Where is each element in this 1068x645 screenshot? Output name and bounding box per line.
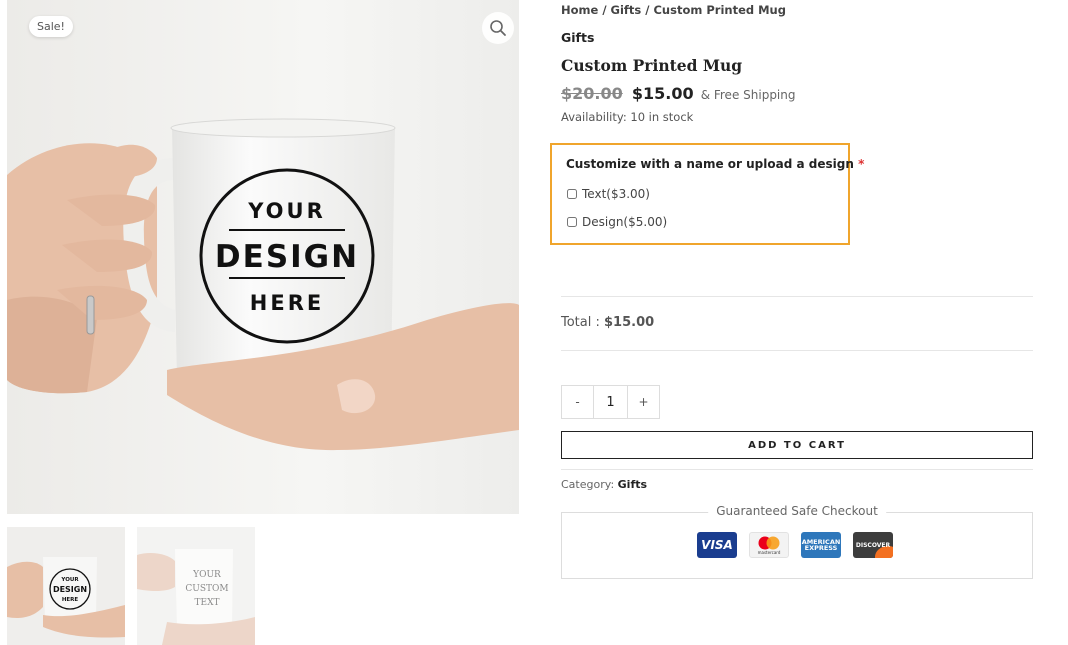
breadcrumb-current: Custom Printed Mug (653, 3, 786, 17)
thumb2-text-line2: CUSTOM (185, 584, 228, 594)
quantity-plus-button[interactable]: + (628, 386, 659, 418)
payment-cards: VISA mastercard AMERICAN EXPRESS DISCOVE… (697, 532, 893, 558)
sale-badge: Sale! (29, 16, 73, 37)
availability: Availability: 10 in stock (561, 110, 694, 124)
customization-title: Customize with a name or upload a design… (566, 157, 864, 171)
thumb2-text-line3: TEXT (195, 598, 220, 608)
breadcrumb-gifts[interactable]: Gifts (611, 3, 642, 17)
magnifier-icon (490, 20, 506, 36)
option-design-checkbox[interactable] (567, 217, 577, 227)
price-sale: $15.00 (631, 84, 694, 103)
customization-title-text: Customize with a name or upload a design (566, 157, 854, 171)
thumb1-text-line3: HERE (62, 597, 79, 603)
breadcrumb-separator: / (641, 3, 654, 17)
safe-checkout-title: Guaranteed Safe Checkout (708, 504, 886, 518)
mastercard-icon: mastercard (749, 532, 789, 558)
quantity-minus-button[interactable]: - (562, 386, 593, 418)
required-mark: * (858, 157, 865, 171)
option-text-checkbox[interactable] (567, 189, 577, 199)
product-title: Custom Printed Mug (561, 56, 743, 75)
product-main-image[interactable]: YOUR DESIGN HERE Sale! (7, 0, 519, 514)
mug-photo: YOUR DESIGN HERE (7, 0, 519, 514)
thumb1-text-line1: YOUR (60, 577, 79, 583)
category-link[interactable]: Gifts (618, 478, 647, 491)
customization-box: Customize with a name or upload a design… (550, 143, 864, 245)
thumbnail-1[interactable]: YOUR DESIGN HERE (7, 527, 125, 645)
product-category: Category: Gifts (561, 478, 647, 491)
zoom-button[interactable] (482, 12, 514, 44)
price-original: $20.00 (561, 84, 623, 103)
category-heading: Gifts (561, 30, 595, 45)
option-design-label: Design($5.00) (582, 215, 668, 229)
quantity-input[interactable]: 1 (593, 386, 628, 418)
thumb1-text-line2: DESIGN (53, 585, 87, 594)
mug-text-line3: HERE (250, 291, 324, 315)
breadcrumb-home[interactable]: Home (561, 3, 598, 17)
option-text[interactable]: Text($3.00) (567, 187, 650, 201)
divider (561, 350, 1033, 351)
divider (561, 469, 1033, 470)
visa-icon: VISA (697, 532, 737, 558)
breadcrumb: Home / Gifts / Custom Printed Mug (561, 3, 786, 17)
discover-label: DISCOVER (855, 541, 891, 549)
breadcrumb-separator: / (598, 3, 611, 17)
safe-checkout-box: Guaranteed Safe Checkout VISA mastercard… (561, 504, 1033, 579)
option-design[interactable]: Design($5.00) (567, 215, 667, 229)
amex-icon: AMERICAN EXPRESS (801, 532, 841, 558)
total-value: $15.00 (604, 315, 655, 330)
divider (561, 296, 1033, 297)
total-label: Total : (561, 315, 600, 330)
shipping-note: & Free Shipping (700, 88, 796, 102)
quantity-stepper: - 1 + (561, 385, 660, 419)
category-label: Category: (561, 478, 615, 491)
mug-text-line1: YOUR (247, 199, 326, 223)
mastercard-circles (758, 536, 780, 549)
price-row: $20.00 $15.00 & Free Shipping (561, 84, 796, 103)
thumbnail-strip: YOUR DESIGN HERE YOUR CUSTOM TEXT (7, 527, 255, 645)
total-row: Total : $15.00 (561, 315, 654, 330)
thumbnail-image: YOUR CUSTOM TEXT (137, 527, 255, 645)
thumbnail-image: YOUR DESIGN HERE (7, 527, 125, 645)
mastercard-label: mastercard (757, 549, 781, 555)
discover-icon: DISCOVER (853, 532, 893, 558)
add-to-cart-button[interactable]: ADD TO CART (561, 431, 1033, 459)
option-text-label: Text($3.00) (582, 187, 650, 201)
mug-text-line2: DESIGN (215, 239, 359, 275)
thumbnail-2[interactable]: YOUR CUSTOM TEXT (137, 527, 255, 645)
thumb2-text-line1: YOUR (192, 570, 221, 580)
